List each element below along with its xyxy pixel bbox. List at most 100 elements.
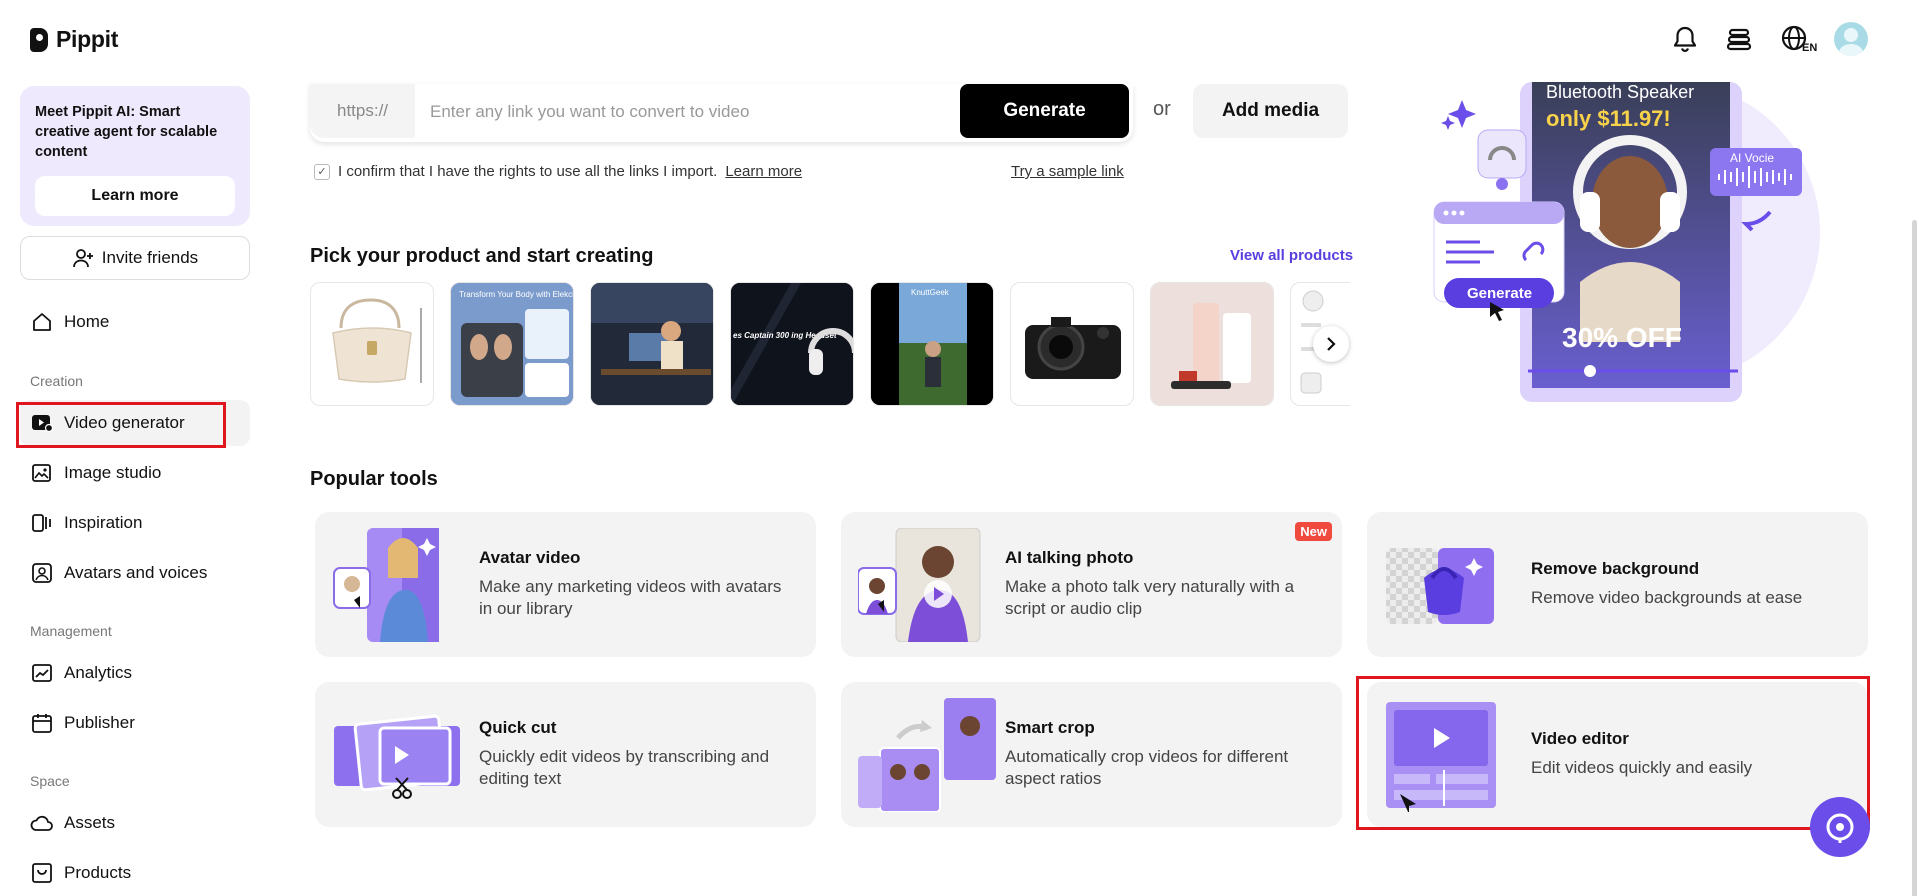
help-assistant-button[interactable] [1810, 797, 1870, 857]
scale-thumb-text: Transform Your Body with Elekcity [459, 290, 574, 299]
banner-headline: Bluetooth Speaker [1546, 82, 1694, 102]
product-thumb-outdoor[interactable]: KnuttGeek [870, 282, 994, 406]
sidebar-item-assets[interactable]: Assets [20, 800, 250, 846]
home-icon [30, 310, 54, 334]
banner-discount: 30% OFF [1562, 322, 1682, 353]
product-thumb-handbag[interactable] [310, 282, 434, 406]
new-badge: New [1295, 522, 1332, 541]
sidebar-item-publisher[interactable]: Publisher [20, 700, 250, 746]
link-input-bar: https:// Generate [310, 84, 1133, 142]
tool-card-desc: Remove video backgrounds at ease [1531, 588, 1803, 607]
promo-card: Meet Pippit AI: Smart creative agent for… [20, 86, 250, 226]
link-input[interactable] [430, 96, 970, 128]
sidebar-item-products[interactable]: Products [20, 850, 250, 896]
tool-card-title: Smart crop [1005, 718, 1095, 737]
tool-card-title: AI talking photo [1005, 548, 1134, 567]
logo-text: Pippit [56, 26, 119, 52]
try-sample-link[interactable]: Try a sample link [1011, 163, 1124, 180]
quick-cut-thumb [334, 714, 460, 799]
user-avatar[interactable] [1834, 22, 1868, 56]
sidebar-item-image-studio[interactable]: Image studio [20, 450, 250, 496]
sidebar-item-analytics[interactable]: Analytics [20, 650, 250, 696]
highlight-box-video-generator [16, 402, 226, 448]
banner-generate-label: Generate [1467, 285, 1532, 302]
tool-card-quick-cut[interactable]: Quick cut Quickly edit videos by transcr… [315, 682, 816, 827]
sidebar-item-label: Inspiration [64, 513, 143, 532]
sidebar-item-home[interactable]: Home [20, 299, 250, 345]
layers-stack-icon[interactable] [1722, 22, 1756, 56]
section-label-space: Space [30, 773, 70, 789]
avatar-frame-icon [30, 561, 54, 585]
tool-card-smart-crop[interactable]: Smart crop Automatically crop videos for… [841, 682, 1342, 827]
rights-checkbox[interactable]: ✓ [314, 163, 330, 180]
learn-more-button[interactable]: Learn more [35, 176, 235, 216]
avatar-video-thumb [333, 528, 439, 642]
tool-card-remove-background[interactable]: Remove background Remove video backgroun… [1367, 512, 1868, 657]
section-label-management: Management [30, 623, 112, 639]
invite-friends-button[interactable]: Invite friends [20, 236, 250, 280]
product-thumb-headset[interactable]: es Captain 300 ing Headset [730, 282, 854, 406]
rights-confirmation: ✓ I confirm that I have the rights to us… [314, 163, 802, 180]
tool-card-desc: Make a photo talk very naturally with a … [1005, 577, 1295, 618]
sidebar-item-label: Publisher [64, 713, 135, 732]
tool-card-title: Avatar video [479, 548, 581, 567]
product-thumb-camera[interactable] [1010, 282, 1134, 406]
view-all-products-link[interactable]: View all products [1230, 247, 1353, 264]
app-root: Pippit EN Meet Pippit AI: Smart creative… [0, 0, 1919, 896]
page-scrollbar[interactable] [1912, 220, 1917, 896]
top-bar: Pippit EN [0, 0, 1919, 82]
section-label-creation: Creation [30, 373, 83, 389]
tool-card-title: Remove background [1531, 559, 1700, 578]
sidebar-item-label: Analytics [64, 663, 133, 682]
calendar-icon [30, 711, 54, 735]
or-separator: or [1153, 98, 1171, 120]
learn-more-link[interactable]: Learn more [725, 163, 802, 180]
pippit-logo-icon [30, 27, 48, 52]
sidebar-item-label: Home [64, 312, 110, 331]
sidebar-item-label: Products [64, 863, 132, 882]
highlight-box-video-editor [1356, 676, 1870, 830]
sidebar-item-label: Assets [64, 813, 116, 832]
promo-text: Meet Pippit AI: Smart creative agent for… [35, 104, 218, 160]
sidebar: Meet Pippit AI: Smart creative agent for… [0, 82, 270, 896]
banner-voice-label: AI Vocie [1730, 151, 1774, 165]
promo-banner[interactable]: Bluetooth Speaker only $11.97! 30% OFF G… [1420, 82, 1840, 412]
sidebar-item-avatars-voices[interactable]: Avatars and voices [20, 550, 250, 596]
knuttgeek-thumb-text: KnuttGeek [911, 288, 950, 297]
smart-crop-thumb [858, 698, 996, 812]
invite-friends-label: Invite friends [101, 248, 199, 267]
pippit-logo[interactable]: Pippit [30, 26, 118, 53]
confirm-text: I confirm that I have the rights to use … [338, 163, 718, 180]
chevron-right-icon [1327, 337, 1336, 351]
sidebar-item-inspiration[interactable]: Inspiration [20, 500, 250, 546]
add-user-icon [72, 249, 93, 268]
add-media-button[interactable]: Add media [1193, 84, 1348, 138]
products-section-title: Pick your product and start creating [310, 245, 654, 267]
tool-card-title: Quick cut [479, 718, 557, 737]
image-studio-icon [30, 461, 54, 485]
tool-card-desc: Quickly edit videos by transcribing and … [479, 747, 770, 788]
popular-tools-title: Popular tools [310, 468, 438, 490]
product-thumb-cosmetics[interactable] [1150, 282, 1274, 406]
sidebar-item-label: Avatars and voices [64, 563, 208, 582]
sidebar-item-label: Image studio [64, 463, 162, 482]
tool-card-desc: Make any marketing videos with avatars i… [479, 577, 782, 618]
tool-card-desc: Automatically crop videos for different … [1005, 747, 1289, 788]
product-thumb-desk[interactable] [590, 282, 714, 406]
language-code: EN [1802, 42, 1818, 54]
inspiration-icon [30, 511, 54, 535]
tool-card-ai-talking-photo[interactable]: New AI talking photo Make a photo talk v… [841, 512, 1342, 657]
language-globe-icon[interactable]: EN [1778, 22, 1817, 56]
url-prefix: https:// [310, 84, 415, 138]
ai-talking-photo-thumb [858, 528, 981, 642]
banner-price: only $11.97! [1546, 106, 1671, 131]
product-box-icon [30, 861, 54, 885]
analytics-icon [30, 661, 54, 685]
product-thumb-scale[interactable]: Transform Your Body with Elekcity [450, 282, 574, 406]
help-assistant-icon [1826, 813, 1854, 843]
notification-bell-icon[interactable] [1668, 22, 1702, 56]
cloud-icon [30, 811, 54, 835]
generate-button[interactable]: Generate [960, 84, 1129, 138]
tool-card-avatar-video[interactable]: Avatar video Make any marketing videos w… [315, 512, 816, 657]
carousel-next-button[interactable] [1313, 326, 1349, 362]
